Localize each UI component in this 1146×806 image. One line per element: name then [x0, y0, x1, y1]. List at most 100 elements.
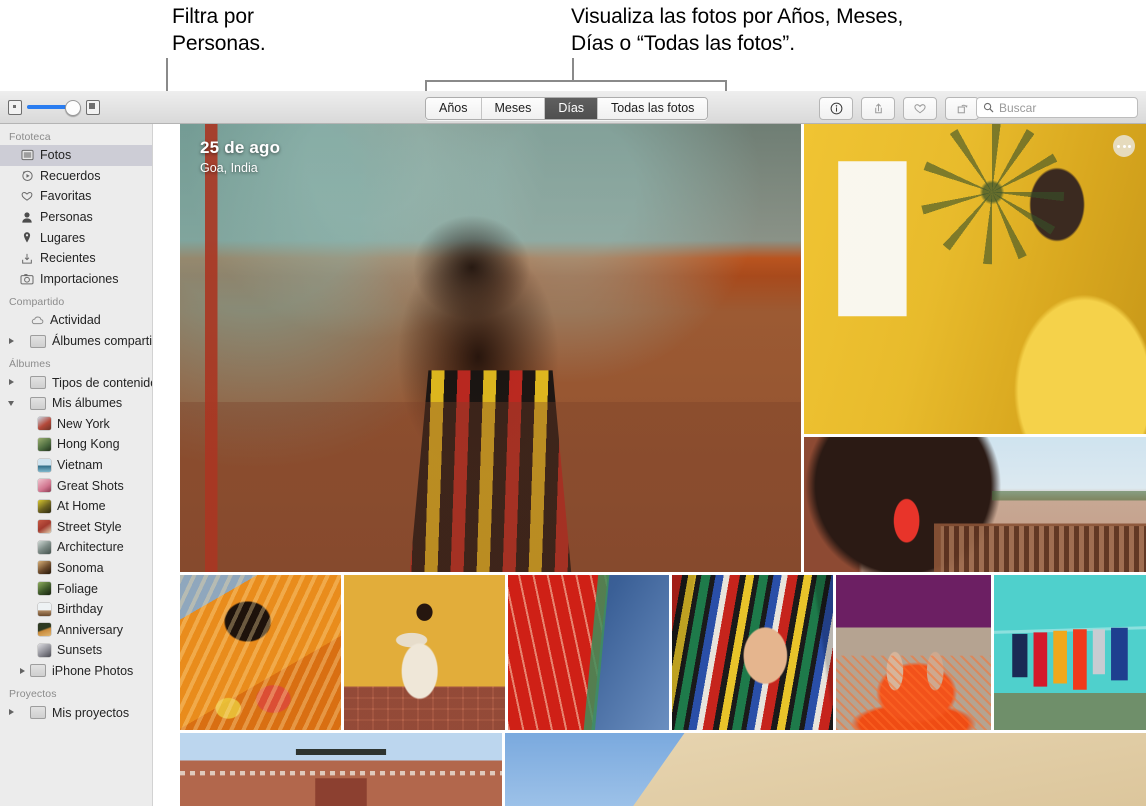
album-thumb-icon: [38, 458, 51, 472]
zoom-slider[interactable]: [8, 99, 101, 116]
share-button[interactable]: [861, 97, 895, 120]
sidebar-item-vietnam[interactable]: Vietnam: [0, 455, 152, 476]
sidebar-item-label: Álbumes compartidos: [52, 334, 153, 349]
sidebar-item-label: Actividad: [50, 313, 101, 328]
sidebar-item-label: Favoritas: [40, 189, 92, 204]
sidebar-item-label: Recuerdos: [40, 168, 101, 183]
sidebar-item-foliage[interactable]: Foliage: [0, 578, 152, 599]
sidebar-item-label: At Home: [57, 499, 106, 514]
zoom-slider-knob[interactable]: [65, 100, 82, 116]
photo-mughal-gateway[interactable]: [180, 733, 502, 806]
photo-woman-orange-headscarf[interactable]: [180, 575, 341, 730]
photo-sky-and-dune[interactable]: [505, 733, 1146, 806]
album-thumb-icon: [38, 623, 51, 637]
photo-clothesline-turquoise-wall[interactable]: [994, 575, 1146, 730]
import-icon: [20, 272, 34, 286]
download-icon: [20, 251, 34, 265]
sidebar-item-label: Foliage: [57, 581, 98, 596]
photo-woman-white-sari-dancing[interactable]: [344, 575, 505, 730]
folder-icon: [30, 396, 46, 410]
album-thumb-icon: [38, 499, 51, 513]
day-place: Goa, India: [200, 161, 258, 175]
sidebar-item-albumes-compartidos[interactable]: Álbumes compartidos: [0, 331, 152, 352]
sidebar-item-tipos-de-contenido[interactable]: Tipos de contenido: [0, 372, 152, 393]
small-grid-icon[interactable]: [8, 99, 23, 115]
tab-todas-las-fotos[interactable]: Todas las fotos: [597, 98, 708, 119]
callout-right-text: Visualiza las fotos por Años, Meses, Día…: [571, 5, 904, 55]
rotate-button[interactable]: [945, 97, 979, 120]
chevron-right-icon[interactable]: [9, 379, 14, 386]
chevron-right-icon[interactable]: [20, 667, 25, 674]
day-header: 25 de ago Goa, India: [200, 138, 280, 175]
search-field[interactable]: Buscar: [976, 97, 1138, 118]
ellipsis-dot: [1128, 144, 1131, 148]
sidebar-section-compartido: Compartido: [9, 296, 65, 309]
large-grid-icon[interactable]: [85, 99, 101, 115]
zoom-slider-track[interactable]: [27, 100, 82, 116]
sidebar-item-actividad[interactable]: Actividad: [0, 310, 152, 331]
sidebar-item-favoritas[interactable]: Favoritas: [0, 186, 152, 207]
sidebar-item-label: Street Style: [57, 519, 122, 534]
info-button[interactable]: [819, 97, 853, 120]
sidebar-section-albumes: Álbumes: [9, 358, 51, 371]
sidebar-item-lugares[interactable]: Lugares: [0, 227, 152, 248]
sidebar-item-label: Birthday: [57, 602, 103, 617]
day-date: 25 de ago: [200, 138, 281, 157]
sidebar-section-fototeca: Fototeca: [9, 131, 51, 143]
folder-icon: [30, 706, 46, 720]
sidebar-item-fotos[interactable]: Fotos: [0, 145, 152, 166]
view-mode-segmented-control[interactable]: Años Meses Días Todas las fotos: [425, 97, 709, 120]
tab-dias[interactable]: Días: [544, 98, 598, 119]
sidebar-item-label: Great Shots: [57, 478, 124, 493]
sidebar-item-importaciones[interactable]: Importaciones: [0, 269, 152, 290]
sidebar-item-sunsets[interactable]: Sunsets: [0, 640, 152, 661]
tab-meses[interactable]: Meses: [480, 98, 545, 119]
chevron-right-icon[interactable]: [9, 337, 14, 344]
sidebar-item-iphone-photos[interactable]: iPhone Photos: [0, 661, 152, 682]
sidebar[interactable]: Fototeca Fotos Recuerdos Favoritas Perso…: [0, 124, 153, 806]
folder-icon: [30, 664, 46, 678]
sidebar-item-birthday[interactable]: Birthday: [0, 599, 152, 620]
photo-woman-red-sari-monument[interactable]: [804, 437, 1146, 572]
sidebar-item-street-style[interactable]: Street Style: [0, 517, 152, 538]
photo-grid[interactable]: 25 de ago Goa, India: [180, 124, 1146, 806]
photo-hand-striped-fabric[interactable]: [672, 575, 833, 730]
sidebar-item-label: Hong Kong: [57, 437, 120, 452]
photo-feet-orange-powder[interactable]: [836, 575, 991, 730]
sidebar-item-at-home[interactable]: At Home: [0, 496, 152, 517]
favorite-button[interactable]: [903, 97, 937, 120]
sidebar-item-label: Anniversary: [57, 622, 123, 637]
rotate-icon: [957, 104, 967, 114]
sidebar-item-mis-proyectos[interactable]: Mis proyectos: [0, 702, 152, 723]
more-options-button[interactable]: [1113, 135, 1135, 157]
sidebar-item-architecture[interactable]: Architecture: [0, 537, 152, 558]
photo-woman-striped-dress-wall[interactable]: 25 de ago Goa, India: [180, 124, 801, 572]
photos-app-window: Años Meses Días Todas las fotos Buscar F…: [0, 91, 1146, 806]
sidebar-item-recuerdos[interactable]: Recuerdos: [0, 166, 152, 187]
sidebar-item-personas[interactable]: Personas: [0, 207, 152, 228]
info-icon: [830, 102, 842, 115]
heart-icon: [914, 104, 926, 114]
photo-man-yellow-kurta[interactable]: [804, 124, 1146, 434]
sidebar-item-label: New York: [57, 416, 110, 431]
search-icon: [983, 102, 994, 113]
photo-woman-red-veil-blue-wall[interactable]: [508, 575, 669, 730]
sidebar-item-anniversary[interactable]: Anniversary: [0, 619, 152, 640]
sidebar-item-great-shots[interactable]: Great Shots: [0, 475, 152, 496]
folder-icon: [30, 334, 46, 348]
sidebar-item-recientes[interactable]: Recientes: [0, 248, 152, 269]
cloud-icon: [30, 313, 44, 327]
sidebar-item-mis-albumes[interactable]: Mis álbumes: [0, 393, 152, 414]
chevron-down-icon[interactable]: [8, 400, 14, 406]
sidebar-item-sonoma[interactable]: Sonoma: [0, 558, 152, 579]
sidebar-item-hong-kong[interactable]: Hong Kong: [0, 434, 152, 455]
sidebar-item-new-york[interactable]: New York: [0, 414, 152, 435]
sidebar-item-label: Vietnam: [57, 458, 103, 473]
sidebar-item-label: Architecture: [57, 540, 124, 555]
tab-anos[interactable]: Años: [426, 98, 481, 119]
album-thumb-icon: [38, 540, 51, 554]
folder-icon: [30, 376, 46, 390]
sidebar-item-label: Sunsets: [57, 643, 103, 658]
toolbar: Años Meses Días Todas las fotos Buscar: [0, 91, 1146, 124]
chevron-right-icon[interactable]: [9, 709, 14, 716]
